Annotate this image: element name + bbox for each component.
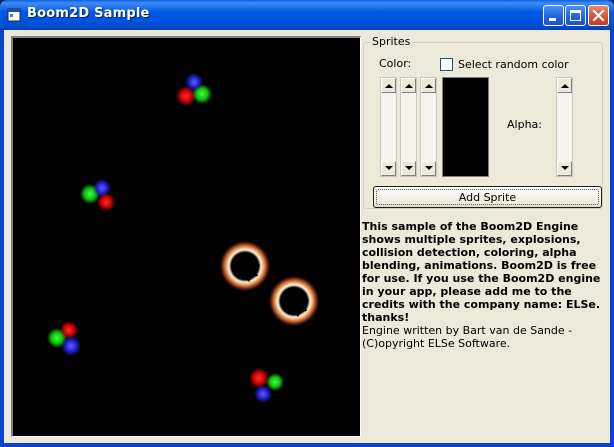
window-frame-right xyxy=(610,30,614,447)
alpha-label: Alpha: xyxy=(507,118,542,131)
color-label: Color: xyxy=(379,57,412,70)
maximize-button[interactable] xyxy=(565,5,586,26)
app-window: Boom2D Sample Sprites Color: Select rand… xyxy=(0,0,614,447)
app-icon xyxy=(7,8,21,22)
minimize-button[interactable] xyxy=(543,5,564,26)
green-scrollbar[interactable] xyxy=(400,77,417,177)
arrow-up-icon xyxy=(561,84,569,88)
blue-scroll-up-button[interactable] xyxy=(421,78,436,93)
green-scroll-down-button[interactable] xyxy=(401,161,416,176)
credits-text: Engine written by Bart van de Sande - (C… xyxy=(362,324,573,350)
color-preview-swatch xyxy=(442,77,489,177)
arrow-up-icon xyxy=(425,84,433,88)
description-text: This sample of the Boom2D Engine shows m… xyxy=(362,220,601,324)
window-frame-bottom xyxy=(0,443,614,447)
scene xyxy=(47,73,320,403)
arrow-down-icon xyxy=(425,166,433,170)
green-scroll-up-button[interactable] xyxy=(401,78,416,93)
explosion xyxy=(219,240,271,292)
sprite xyxy=(176,73,212,106)
minimize-icon xyxy=(549,18,556,21)
red-scroll-down-button[interactable] xyxy=(381,161,396,176)
random-color-checkbox[interactable] xyxy=(440,58,453,71)
alpha-scroll-up-button[interactable] xyxy=(557,78,572,93)
alpha-scroll-down-button[interactable] xyxy=(557,161,572,176)
client-area: Sprites Color: Select random color Alpha… xyxy=(4,30,610,443)
alpha-scrollbar[interactable] xyxy=(556,77,573,177)
arrow-down-icon xyxy=(561,166,569,170)
sprites-groupbox: Sprites Color: Select random color Alpha… xyxy=(363,35,603,209)
close-icon xyxy=(592,9,605,22)
render-canvas[interactable] xyxy=(11,36,361,437)
add-sprite-button[interactable]: Add Sprite xyxy=(373,186,602,208)
title-bar[interactable]: Boom2D Sample xyxy=(0,0,614,30)
arrow-up-icon xyxy=(405,84,413,88)
explosion xyxy=(268,275,320,327)
blue-scrollbar[interactable] xyxy=(420,77,437,177)
close-button[interactable] xyxy=(588,5,609,26)
arrow-down-icon xyxy=(405,166,413,170)
arrow-up-icon xyxy=(385,84,393,88)
red-scrollbar[interactable] xyxy=(380,77,397,177)
window-title: Boom2D Sample xyxy=(27,6,150,21)
arrow-down-icon xyxy=(385,166,393,170)
add-sprite-label: Add Sprite xyxy=(458,190,517,204)
sprite xyxy=(80,179,115,211)
sprite xyxy=(249,368,284,403)
red-scroll-up-button[interactable] xyxy=(381,78,396,93)
random-color-label[interactable]: Select random color xyxy=(458,58,569,71)
blue-scroll-down-button[interactable] xyxy=(421,161,436,176)
maximize-icon xyxy=(570,10,581,21)
sprite xyxy=(47,321,81,356)
sprites-group-label: Sprites xyxy=(370,35,413,48)
